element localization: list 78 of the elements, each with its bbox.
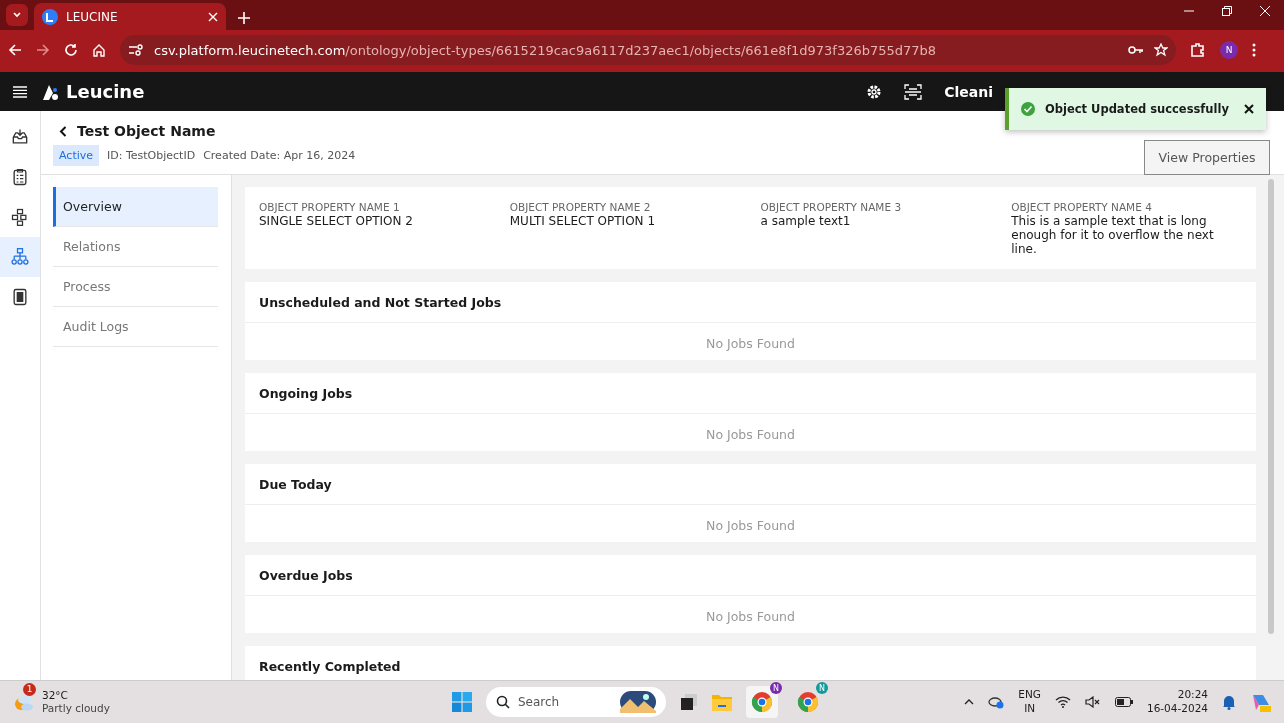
profile-avatar[interactable]: N: [1220, 41, 1238, 59]
empty-message: No Jobs Found: [706, 608, 795, 624]
cloud-icon[interactable]: [988, 695, 1005, 709]
battery-icon[interactable]: [1114, 697, 1133, 707]
browser-tab[interactable]: LEUCINE: [34, 3, 226, 30]
check-circle-icon: [1021, 102, 1035, 116]
search-icon: [496, 695, 510, 709]
task-view-icon[interactable]: [680, 693, 698, 711]
site-icon: [42, 8, 58, 25]
clock-time[interactable]: 20:24: [1177, 688, 1208, 702]
site-settings-icon[interactable]: [128, 43, 144, 57]
object-title: Test Object Name: [77, 123, 216, 139]
language[interactable]: ENG: [1018, 688, 1041, 702]
status-badge: Active: [53, 145, 100, 166]
property-name: OBJECT PROPERTY NAME 4: [1011, 201, 1153, 213]
notification-badge: 1: [23, 682, 36, 696]
key-icon[interactable]: [1128, 45, 1144, 55]
temperature: 32°C: [42, 688, 69, 702]
view-properties-button[interactable]: View Properties: [1144, 140, 1270, 175]
url-host: csv.platform.leucinetech.com: [154, 42, 346, 58]
star-icon[interactable]: [1154, 43, 1168, 57]
url-path: /ontology/object-types/6615219cac9a6117d237aec1/objects/661e8f1d973f326b755d77b8: [345, 42, 937, 58]
subnav-item[interactable]: Process: [53, 267, 218, 307]
browser-icon[interactable]: [750, 690, 774, 714]
home-icon[interactable]: [92, 43, 106, 57]
subnav-item[interactable]: Relations: [53, 227, 218, 267]
property-name: OBJECT PROPERTY NAME 1: [259, 201, 401, 213]
reload-icon[interactable]: [64, 43, 78, 57]
scan-icon[interactable]: [904, 83, 923, 100]
muted-speaker-icon[interactable]: [1084, 696, 1101, 708]
section-title: Due Today: [259, 476, 332, 492]
forward-icon[interactable]: [36, 43, 50, 57]
section-title: Overdue Jobs: [259, 567, 353, 583]
chevron-down-icon: [12, 10, 22, 20]
profile-badge: N: [816, 682, 828, 694]
nav-item[interactable]: Cleani: [944, 83, 993, 100]
scrollbar[interactable]: [1268, 179, 1274, 634]
address-bar[interactable]: csv.platform.leucinetech.com/ontology/object-types/6615219cac9a6117d237aec1/objects/661e8f1d973f326b755d77b8: [120, 35, 1176, 65]
property-value: MULTI SELECT OPTION 1: [509, 215, 656, 229]
close-icon[interactable]: [1244, 104, 1254, 114]
empty-message: No Jobs Found: [706, 426, 795, 442]
brand-name: Leucine: [66, 81, 145, 102]
subnav-item[interactable]: Audit Logs: [53, 307, 218, 347]
property-value: a sample text1: [760, 215, 852, 229]
section-title: Unscheduled and Not Started Jobs: [259, 294, 502, 310]
created-date: Created Date: Apr 16, 2024: [203, 149, 356, 162]
toast-message: Object Updated successfully: [1045, 102, 1230, 116]
browser-icon[interactable]: [796, 690, 820, 714]
weather-text: Partly cloudy: [42, 702, 110, 716]
property-value: SINGLE SELECT OPTION 2: [259, 215, 414, 229]
back-icon[interactable]: [59, 125, 67, 137]
object-id: ID: TestObjectID: [107, 149, 196, 162]
property-name: OBJECT PROPERTY NAME 2: [509, 201, 652, 213]
menu-icon[interactable]: [12, 85, 28, 98]
inbox-icon: [10, 127, 30, 147]
property-name: OBJECT PROPERTY NAME 3: [760, 201, 903, 213]
settings-icon[interactable]: [866, 83, 883, 100]
chevron-up-icon[interactable]: [964, 699, 975, 705]
empty-message: No Jobs Found: [706, 335, 795, 351]
subnav-item[interactable]: Overview: [53, 187, 218, 227]
menu-icon[interactable]: [1252, 43, 1256, 57]
hierarchy-icon: [10, 247, 30, 267]
wifi-icon[interactable]: [1054, 696, 1071, 708]
extensions-icon[interactable]: [1190, 42, 1206, 58]
start-icon[interactable]: [452, 692, 472, 712]
property-value: This is a sample text that is long enough for it to overflow the next line.: [1011, 215, 1215, 257]
clock-date[interactable]: 16-04-2024: [1146, 702, 1208, 716]
taskbar-search[interactable]: Search: [486, 687, 666, 717]
restore-icon[interactable]: [1222, 6, 1232, 16]
new-tab-icon[interactable]: [238, 12, 250, 24]
section-title: Recently Completed: [259, 658, 401, 674]
section-title: Ongoing Jobs: [259, 385, 353, 401]
empty-message: No Jobs Found: [706, 517, 795, 533]
profile-badge: N: [770, 682, 782, 694]
bell-icon[interactable]: [1222, 694, 1236, 710]
folder-icon[interactable]: [712, 693, 732, 711]
region[interactable]: IN: [1024, 702, 1036, 716]
tab-search-button[interactable]: [6, 4, 28, 26]
